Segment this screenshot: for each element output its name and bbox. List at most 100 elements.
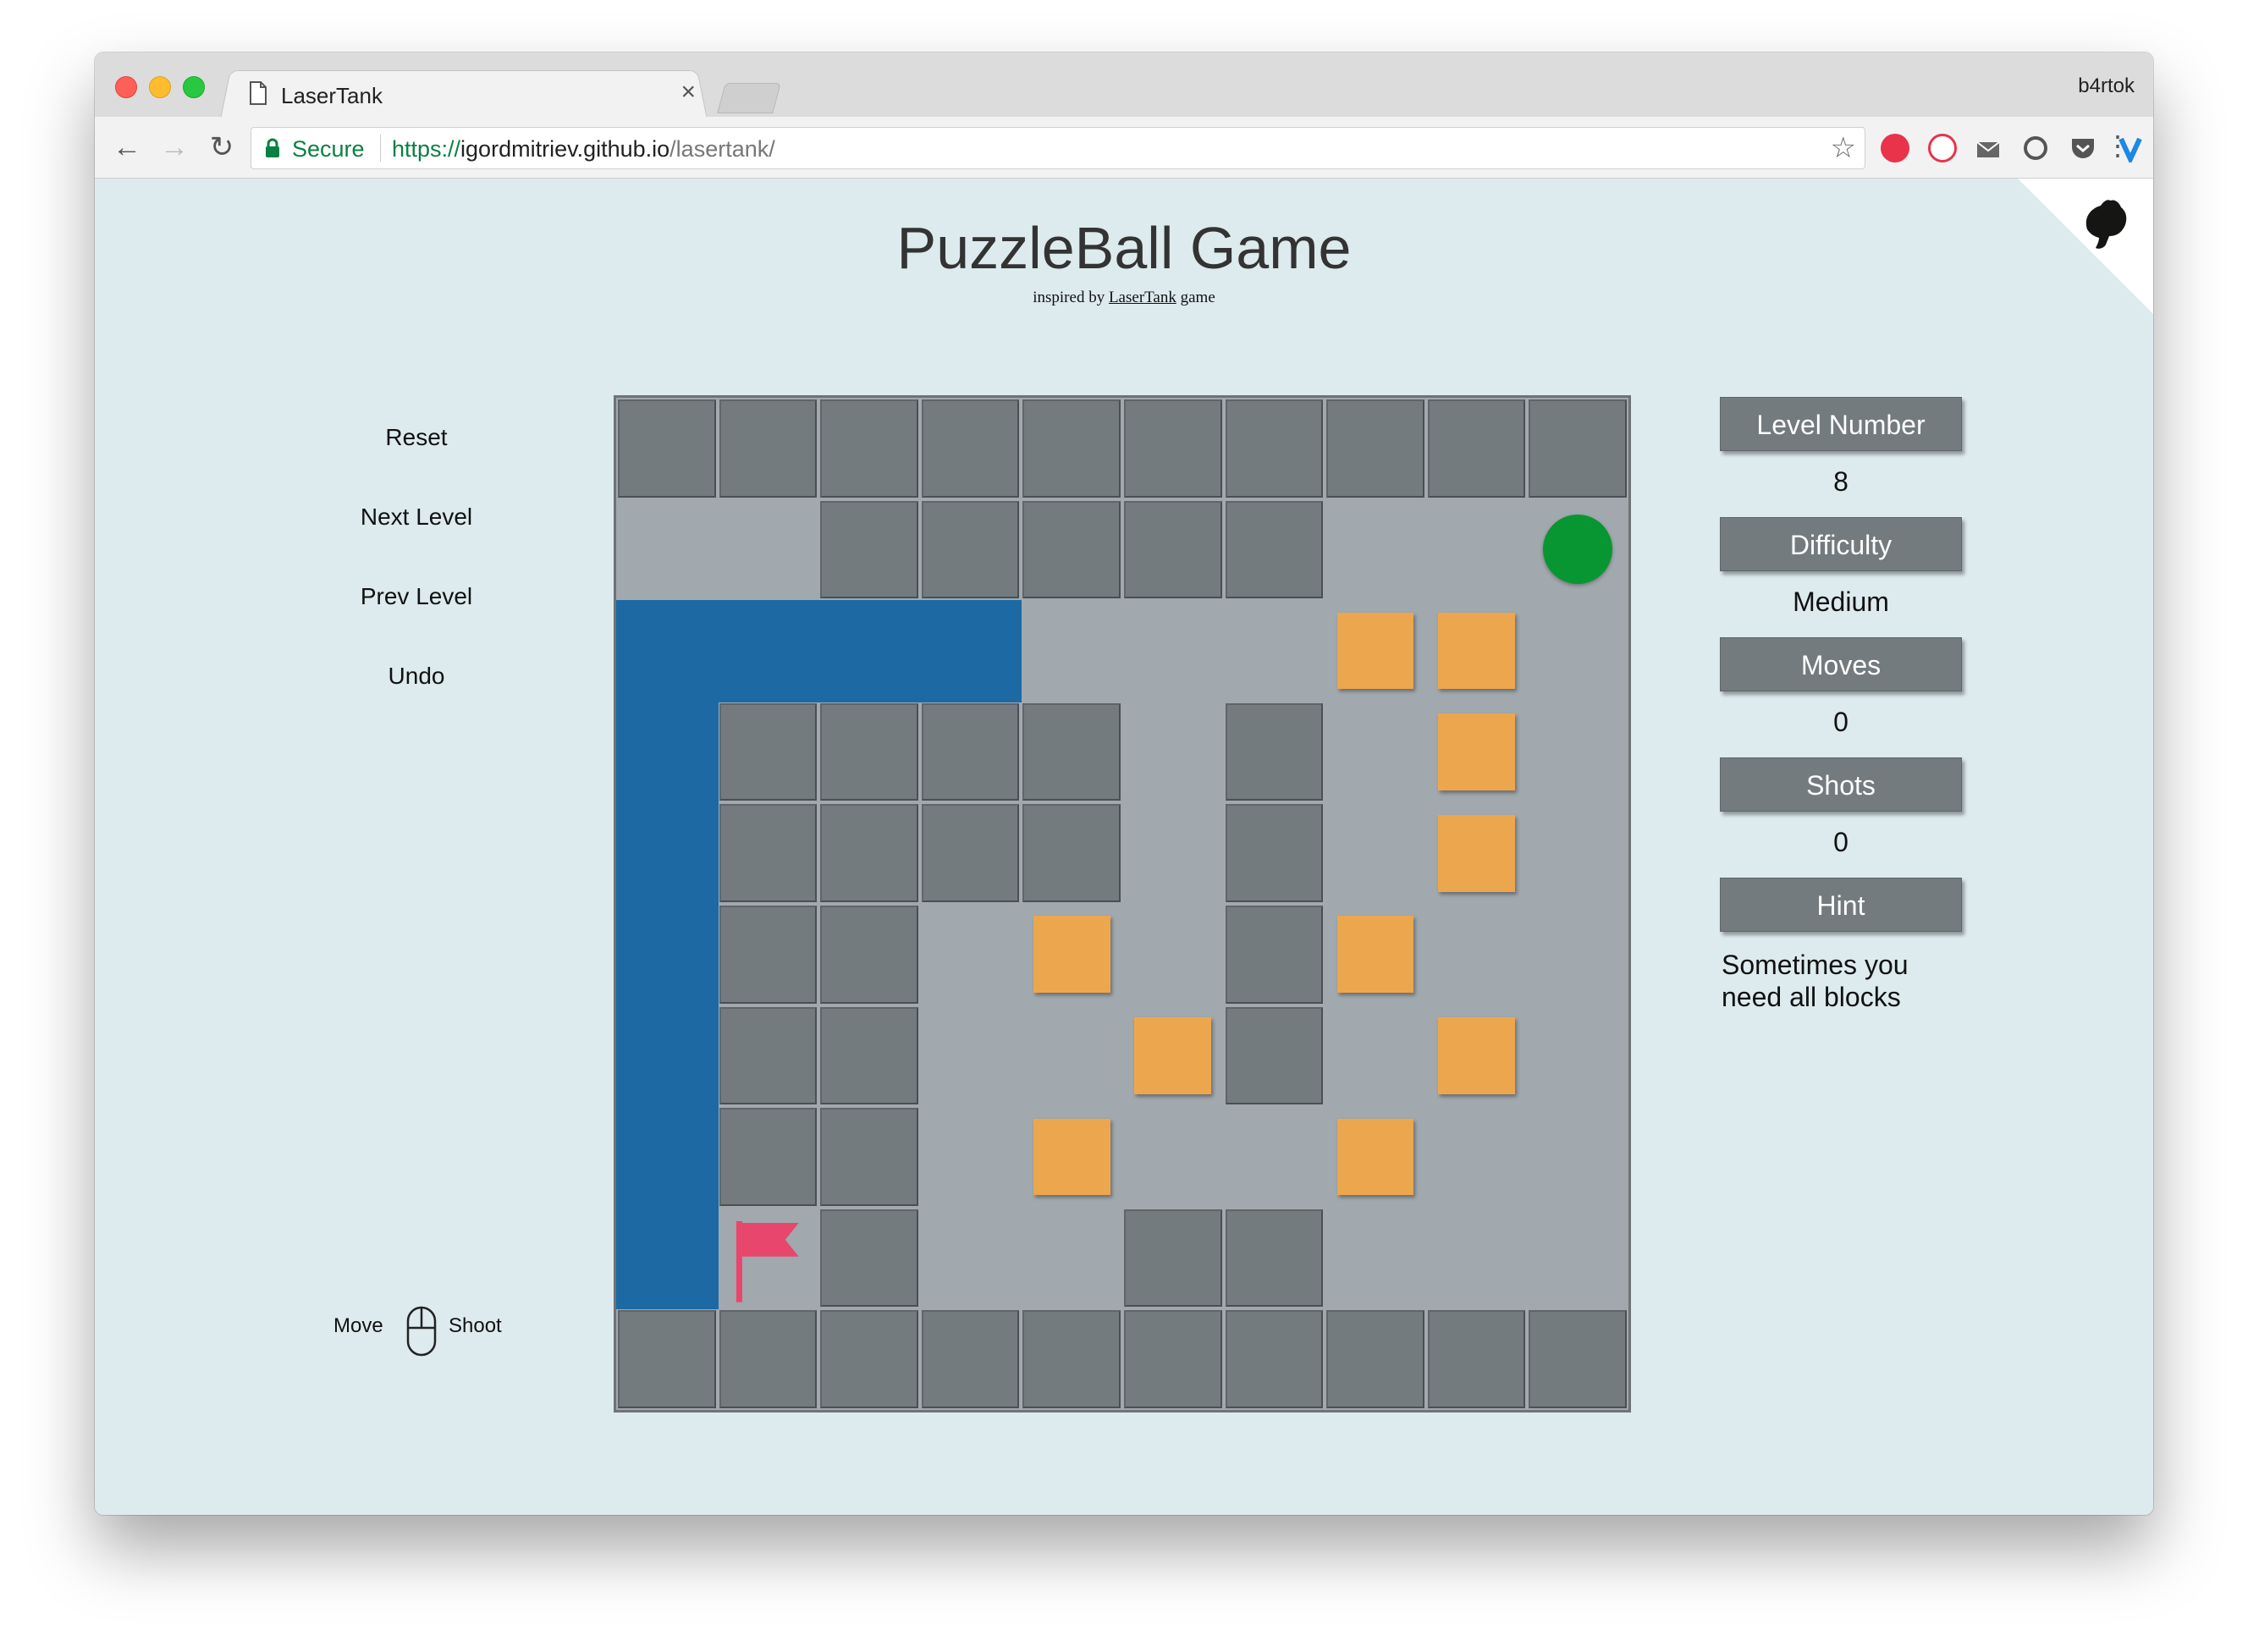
block-tile: [1033, 916, 1110, 994]
wall-tile: [1022, 804, 1121, 902]
profile-name[interactable]: b4rtok: [2078, 74, 2135, 98]
document-icon: [250, 81, 267, 105]
tab-close-icon[interactable]: ×: [680, 78, 696, 107]
minimize-window-button[interactable]: [149, 76, 171, 98]
block-tile: [1336, 612, 1414, 690]
wall-tile: [921, 1310, 1020, 1408]
moves-button[interactable]: Moves: [1720, 637, 1962, 691]
game-board[interactable]: [614, 395, 1631, 1412]
new-tab-button[interactable]: [717, 83, 781, 113]
block-tile: [1336, 916, 1414, 994]
wall-tile: [1326, 399, 1424, 498]
subtitle-suffix: game: [1176, 289, 1215, 306]
moves-value: 0: [1833, 707, 1849, 737]
level-number-button[interactable]: Level Number: [1720, 397, 1962, 451]
sync-icon[interactable]: [2021, 134, 2050, 162]
water-tile: [717, 600, 820, 702]
address-bar[interactable]: Secure https://igordmitriev.github.io/la…: [251, 127, 1865, 169]
shots-button[interactable]: Shots: [1720, 757, 1962, 812]
wall-tile: [820, 1108, 918, 1206]
shoot-label: Shoot: [449, 1314, 502, 1337]
wall-tile: [1124, 1310, 1222, 1408]
wall-tile: [719, 804, 818, 902]
ball[interactable]: [1543, 515, 1613, 585]
prev-level-button[interactable]: Prev Level: [332, 583, 501, 610]
page-title: PuzzleBall Game: [896, 215, 1352, 281]
wall-tile: [820, 1310, 918, 1408]
wall-tile: [618, 399, 716, 498]
browser-menu-icon[interactable]: ⋮: [2104, 129, 2131, 162]
reload-button[interactable]: ↻: [207, 132, 237, 162]
close-window-button[interactable]: [115, 76, 137, 98]
water-tile: [616, 1106, 719, 1209]
mail-icon[interactable]: [1974, 134, 2003, 162]
wall-tile: [1022, 399, 1121, 498]
wall-tile: [921, 500, 1020, 599]
block-tile: [1438, 814, 1516, 892]
wall-tile: [719, 1108, 818, 1206]
water-tile: [616, 802, 719, 905]
url-host: igordmitriev.github.io: [460, 136, 670, 162]
wall-tile: [1529, 399, 1627, 498]
wall-tile: [1427, 1310, 1526, 1408]
wall-tile: [618, 1310, 716, 1408]
pocket-icon[interactable]: [2069, 134, 2097, 162]
wall-tile: [921, 804, 1020, 902]
hint-button[interactable]: Hint: [1720, 878, 1962, 932]
wall-tile: [719, 399, 818, 498]
reset-button[interactable]: Reset: [332, 424, 501, 451]
block-tile: [1033, 1118, 1110, 1196]
wall-tile: [1427, 399, 1526, 498]
level-number-value: 8: [1833, 466, 1849, 497]
wall-tile: [1225, 399, 1324, 498]
wall-tile: [1225, 906, 1324, 1004]
wall-tile: [1124, 1209, 1222, 1308]
block-tile: [1336, 1118, 1414, 1196]
forward-button[interactable]: →: [159, 132, 190, 162]
url-scheme: https://: [392, 136, 461, 162]
secure-label: Secure: [292, 136, 365, 162]
wall-tile: [921, 399, 1020, 498]
wall-tile: [1022, 500, 1121, 599]
lasertank-link[interactable]: LaserTank: [1109, 289, 1176, 306]
wall-tile: [719, 702, 818, 801]
wall-tile: [719, 1310, 818, 1408]
address-separator: [380, 135, 381, 162]
water-tile: [616, 1207, 719, 1310]
water-tile: [818, 600, 921, 702]
wall-tile: [820, 500, 918, 599]
next-level-button[interactable]: Next Level: [332, 504, 501, 531]
water-tile: [616, 701, 719, 804]
wall-tile: [1225, 1310, 1324, 1408]
water-tile: [616, 600, 719, 702]
wall-tile: [1225, 1209, 1324, 1308]
subtitle-prefix: inspired by: [1033, 289, 1109, 306]
wall-tile: [820, 702, 918, 801]
wall-tile: [921, 702, 1020, 801]
url-text[interactable]: https://igordmitriev.github.io/lasertank…: [392, 136, 775, 162]
undo-button[interactable]: Undo: [332, 663, 501, 690]
back-button[interactable]: ←: [112, 132, 142, 162]
block-tile: [1438, 612, 1516, 690]
adblock-icon[interactable]: [1928, 134, 1957, 162]
difficulty-button[interactable]: Difficulty: [1720, 517, 1962, 571]
wall-tile: [1225, 1006, 1324, 1105]
browser-tab-content: LaserTank ×: [245, 71, 702, 118]
page-content: PuzzleBall Game inspired by LaserTank ga…: [95, 179, 2153, 1515]
url-path: /lasertank/: [669, 136, 775, 162]
browser-toolbar: ← → ↻ Secure https://igordmitriev.github…: [95, 117, 2153, 179]
move-label: Move: [333, 1314, 383, 1337]
tab-bar: LaserTank × b4rtok: [95, 52, 2153, 119]
wall-tile: [820, 1006, 918, 1105]
wall-tile: [1022, 1310, 1121, 1408]
mouse-help: Move Shoot: [323, 1304, 526, 1363]
wall-tile: [1326, 1310, 1424, 1408]
hint-text: Sometimes you need all blocks: [1722, 950, 1909, 1012]
block-tile: [1438, 713, 1516, 791]
page-subtitle: inspired by LaserTank game: [95, 289, 2153, 307]
mouse-icon: [406, 1306, 437, 1357]
bookmark-star-icon[interactable]: ☆: [1831, 131, 1856, 165]
maximize-window-button[interactable]: [183, 76, 205, 98]
wall-tile: [820, 906, 918, 1004]
red-circle-icon[interactable]: [1881, 134, 1909, 162]
